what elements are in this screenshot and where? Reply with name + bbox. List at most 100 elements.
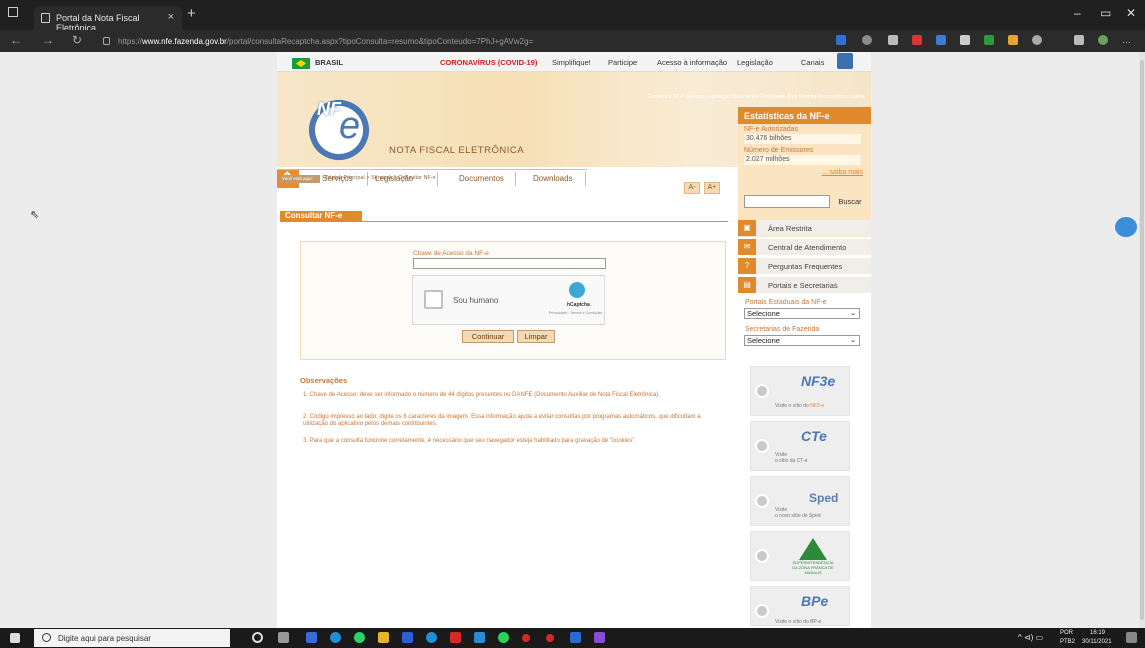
promo-cte[interactable]: CTe Visite o sítio da CT-e: [750, 421, 850, 471]
whatsapp-icon[interactable]: [354, 632, 365, 643]
observacao-item: 2. Código impresso ao lado: digite os 6 …: [303, 414, 701, 427]
extension-icon[interactable]: [862, 35, 872, 45]
favorites-icon[interactable]: [1032, 35, 1042, 45]
breadcrumb[interactable]: Página Principal > Serviços > Consultar …: [325, 175, 436, 181]
sidebar-item-label: Portais e Secretarias: [768, 281, 838, 290]
accessibility-icon[interactable]: [1115, 217, 1137, 237]
cortana-icon[interactable]: [252, 632, 263, 643]
app-icon[interactable]: [450, 632, 461, 643]
gov-simplifique-link[interactable]: Simplifique!: [552, 58, 591, 67]
stats-value-emissores: 2.027 milhões: [744, 155, 861, 165]
notifications-icon[interactable]: [1126, 632, 1137, 643]
sidebar-item-area-restrita[interactable]: ▣ Área Restrita: [738, 220, 871, 236]
app-icon[interactable]: [522, 634, 530, 642]
more-icon[interactable]: …: [1122, 35, 1132, 45]
clock-time[interactable]: 16:19: [1090, 630, 1105, 636]
font-decrease-button[interactable]: A-: [684, 182, 700, 194]
forward-icon[interactable]: →: [42, 33, 54, 47]
hcaptcha-links[interactable]: Privacidade - Termos e Condições: [549, 311, 602, 315]
promo-brand: BPe: [801, 593, 829, 609]
promo-text: SUPERINTENDÊNCIA DA ZONA FRANCA DE MANAU…: [792, 560, 834, 575]
stats-box: Estatísticas da NF-e NF-e Autorizadas 30…: [738, 107, 871, 237]
extension-icon[interactable]: [1008, 35, 1018, 45]
promo-nf3e[interactable]: NF3e Visite o sítio do NF3-e: [750, 366, 850, 416]
secretarias-select[interactable]: Selecione ⌄: [744, 335, 860, 346]
captcha-label: Sou humano: [453, 296, 499, 305]
tray-icons[interactable]: ^ ⊲) ▭: [1018, 633, 1043, 642]
saiba-mais-link[interactable]: ... saiba mais: [822, 169, 863, 176]
promo-text: Visite o novo sítio do Sped: [775, 507, 821, 519]
refresh-icon[interactable]: ↻: [72, 33, 82, 47]
portal-icon: ▤: [738, 277, 756, 293]
lock-icon: ▣: [738, 220, 756, 236]
windows-start-icon[interactable]: [10, 633, 20, 643]
new-tab-button[interactable]: +: [187, 5, 196, 22]
captcha-checkbox[interactable]: [424, 290, 443, 309]
language-indicator[interactable]: POR: [1060, 630, 1073, 636]
edge-icon[interactable]: [330, 632, 341, 643]
maximize-button[interactable]: ▭: [1100, 6, 1111, 20]
promo-sped[interactable]: Sped Visite o novo sítio do Sped: [750, 476, 850, 526]
collections-icon[interactable]: [1074, 35, 1084, 45]
logo-text: NF: [317, 99, 341, 119]
portais-select[interactable]: Selecione ⌄: [744, 308, 860, 319]
url-field[interactable]: https://www.nfe.fazenda.gov.br/portal/co…: [100, 34, 806, 49]
close-window-button[interactable]: ✕: [1126, 6, 1136, 20]
globe-icon: [755, 604, 769, 618]
app-icon[interactable]: [378, 632, 389, 643]
envelope-icon: ✉: [738, 239, 756, 255]
lock-icon: [103, 37, 110, 45]
header-top-links[interactable]: Conheça o NF-e Serviços Legislação Docum…: [647, 94, 865, 100]
extension-icon[interactable]: [888, 35, 898, 45]
app-icon[interactable]: [402, 632, 413, 643]
tab-actions-icon[interactable]: [8, 7, 18, 17]
portais-label: Portais Estaduais da NF-e: [745, 299, 827, 306]
gov-legislacao-link[interactable]: Legislação: [737, 58, 773, 67]
gov-participe-link[interactable]: Participe: [608, 58, 637, 67]
font-increase-button[interactable]: A+: [704, 182, 720, 194]
search-input[interactable]: [744, 195, 830, 208]
limpar-button[interactable]: Limpar: [517, 330, 555, 343]
extension-icon[interactable]: [960, 35, 970, 45]
sidebar-item-perguntas[interactable]: ? Perguntas Frequentes: [738, 258, 871, 274]
stats-heading: Estatísticas da NF-e: [738, 107, 871, 124]
app-icon[interactable]: [546, 634, 554, 642]
chave-acesso-input[interactable]: [413, 258, 606, 269]
vscode-icon[interactable]: [474, 632, 485, 643]
promo-bpe[interactable]: BPe Visite o sítio do BP-e: [750, 586, 850, 626]
question-icon: ?: [738, 258, 756, 274]
hcaptcha-logo-icon: [569, 282, 585, 298]
sidebar-item-portais[interactable]: ▤ Portais e Secretarias: [738, 277, 871, 293]
app-icon[interactable]: [306, 632, 317, 643]
clock-date: 30/11/2021: [1082, 639, 1112, 645]
promo-text: Visite o sítio do BP-e: [775, 619, 822, 625]
extension-icon[interactable]: [984, 35, 994, 45]
extension-icon[interactable]: [912, 35, 922, 45]
continuar-button[interactable]: Continuar: [462, 330, 514, 343]
task-view-icon[interactable]: [278, 632, 289, 643]
extension-icon[interactable]: [936, 35, 946, 45]
promo-suframa[interactable]: SUPERINTENDÊNCIA DA ZONA FRANCA DE MANAU…: [750, 531, 850, 581]
taskbar-search-input[interactable]: Digite aqui para pesquisar: [34, 629, 230, 647]
extension-icon[interactable]: [836, 35, 846, 45]
gov-canais-link[interactable]: Canais: [801, 58, 824, 67]
minimize-button[interactable]: –: [1074, 6, 1081, 20]
nav-downloads[interactable]: Downloads: [533, 174, 573, 183]
app-icon[interactable]: [594, 632, 605, 643]
back-icon[interactable]: ←: [10, 33, 22, 47]
gov-covid-link[interactable]: CORONAVÍRUS (COVID-19): [440, 58, 537, 67]
nav-documentos[interactable]: Documentos: [459, 174, 504, 183]
profile-avatar[interactable]: [1098, 35, 1108, 45]
tab-close-icon[interactable]: ×: [168, 11, 174, 23]
gov-acesso-link[interactable]: Acesso à informação: [657, 58, 727, 67]
app-icon[interactable]: [426, 632, 437, 643]
search-button[interactable]: Buscar: [833, 195, 867, 208]
word-icon[interactable]: [570, 632, 581, 643]
spotify-icon[interactable]: [498, 632, 509, 643]
sidebar-item-central-atendimento[interactable]: ✉ Central de Atendimento: [738, 239, 871, 255]
browser-tab[interactable]: Portal da Nota Fiscal Eletrônica ×: [34, 6, 182, 33]
gov-brasil-link[interactable]: BRASIL: [315, 58, 343, 67]
gov-accessibility-icon[interactable]: [837, 53, 853, 69]
site-title: NOTA FISCAL ELETRÔNICA: [389, 145, 525, 156]
scrollbar-thumb[interactable]: [1140, 60, 1144, 620]
